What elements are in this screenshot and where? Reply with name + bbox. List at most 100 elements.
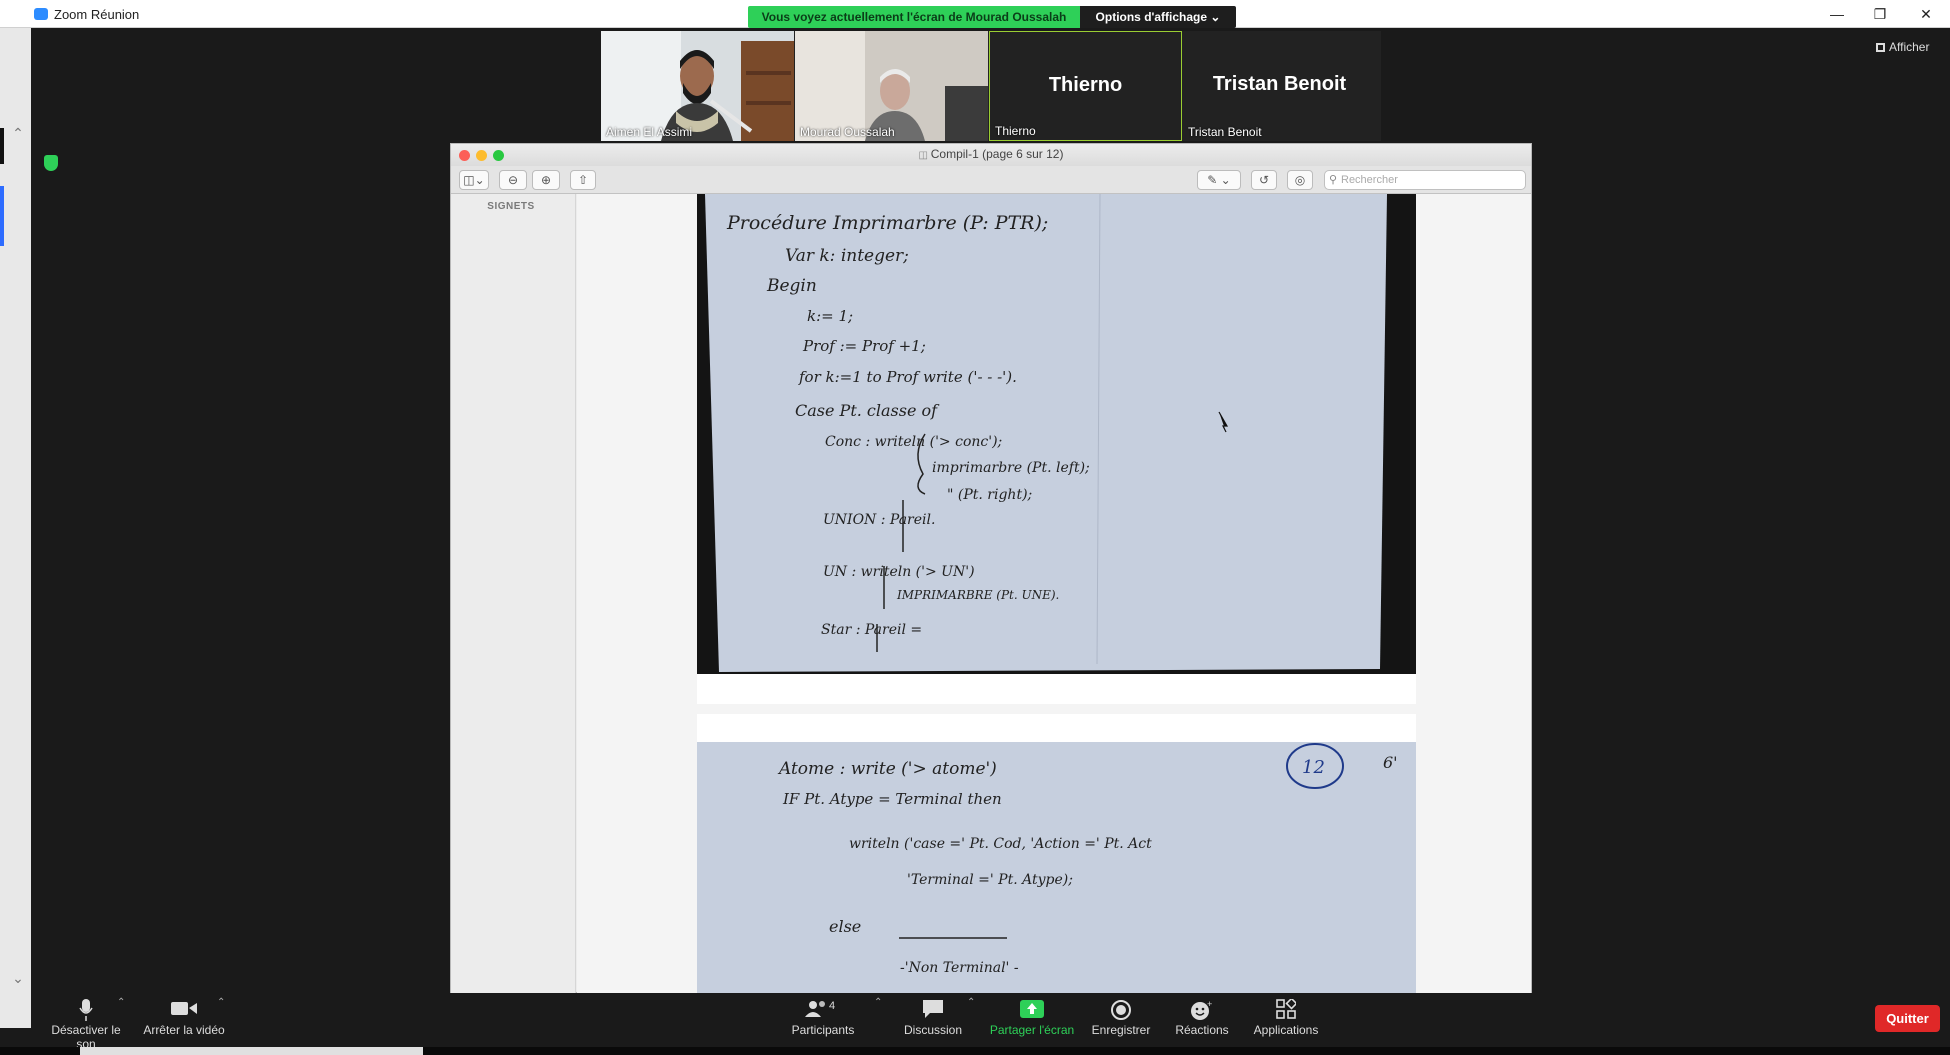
share-screen-button[interactable]: Partager l'écran xyxy=(987,993,1077,1037)
rotate-icon[interactable]: ↺ xyxy=(1251,170,1277,190)
page-number-mark: 12 xyxy=(1302,757,1325,778)
code-line: Case Pt. classe of xyxy=(795,401,940,420)
minimize-icon[interactable]: — xyxy=(1820,4,1854,24)
code-line: -'Non Terminal' - xyxy=(900,960,1019,976)
code-line: writeln ('case =' Pt. Cod, 'Action =' Pt… xyxy=(849,836,1152,852)
participants-gallery: Aimen El Assimi Mourad Oussalah Thierno … xyxy=(601,31,1381,141)
zoom-in-icon[interactable]: ⊕ xyxy=(532,170,560,190)
chat-label: Discussion xyxy=(903,1023,963,1037)
zoom-dot-icon[interactable] xyxy=(493,150,504,161)
handwritten-page-1: Procédure Imprimarbre (P: PTR); Var k: i… xyxy=(705,194,1387,672)
quit-meeting-button[interactable]: Quitter xyxy=(1875,1005,1940,1032)
window-title: Zoom Réunion xyxy=(54,7,140,22)
code-line: UNION : Pareil. xyxy=(823,512,935,528)
shared-preview-window: ◫ Compil-1 (page 6 sur 12) ◫⌄ ⊖ ⊕ ⇧ ✎ ⌄ … xyxy=(450,143,1532,993)
document-page: Procédure Imprimarbre (P: PTR); Var k: i… xyxy=(697,194,1416,704)
search-placeholder: Rechercher xyxy=(1341,174,1398,186)
caret-up-icon: ⌃ xyxy=(967,997,976,1008)
participant-name: Tristan Benoit xyxy=(1188,125,1262,139)
chat-button[interactable]: Discussion xyxy=(893,993,973,1037)
participants-count: 4 xyxy=(829,1000,835,1012)
page-photo: Procédure Imprimarbre (P: PTR); Var k: i… xyxy=(697,194,1416,674)
taskbar-strip xyxy=(0,1047,1950,1055)
chat-bubble-icon xyxy=(893,999,973,1019)
code-line: for k:=1 to Prof write ('- - -'). xyxy=(798,368,1017,386)
bookmarks-label: SIGNETS xyxy=(487,201,535,212)
participant-name: Thierno xyxy=(995,124,1036,138)
close-icon[interactable]: ✕ xyxy=(1909,4,1943,24)
caret-up-icon: ⌃ xyxy=(217,997,226,1008)
screen-share-banner: Vous voyez actuellement l'écran de Moura… xyxy=(748,6,1080,28)
close-dot-icon[interactable] xyxy=(459,150,470,161)
participant-name: Mourad Oussalah xyxy=(800,125,895,139)
code-line: Procédure Imprimarbre (P: PTR); xyxy=(726,212,1048,234)
video-tile-mourad[interactable]: Mourad Oussalah xyxy=(795,31,988,141)
document-page: Atome : write ('> atome') IF Pt. Atype =… xyxy=(697,714,1416,993)
participant-big-label: Tristan Benoit xyxy=(1212,73,1347,95)
code-line: IF Pt. Atype = Terminal then xyxy=(782,790,1002,808)
markup-pen-icon[interactable]: ✎ ⌄ xyxy=(1197,170,1241,190)
participants-label: Participants xyxy=(791,1023,855,1037)
document-icon: ◫ xyxy=(918,150,931,161)
preview-search-input[interactable]: ⚲ Rechercher xyxy=(1324,170,1526,190)
preview-content[interactable]: Procédure Imprimarbre (P: PTR); Var k: i… xyxy=(577,194,1531,993)
view-options-button[interactable]: Options d'affichage ⌄ xyxy=(1080,6,1236,28)
strip-blue-marker xyxy=(0,186,4,246)
caret-up-icon: ⌃ xyxy=(117,997,126,1008)
code-line: UN : writeln ('> UN') xyxy=(823,564,975,580)
stop-video-label: Arrêter la vidéo xyxy=(143,1023,225,1037)
share-icon[interactable]: ⇧ xyxy=(570,170,596,190)
afficher-label: Afficher xyxy=(1889,40,1930,54)
annotate-icon[interactable]: ◎ xyxy=(1287,170,1313,190)
svg-text:+: + xyxy=(1207,999,1212,1009)
scroll-down-icon[interactable]: ⌄ xyxy=(8,970,28,987)
code-line: " (Pt. right); xyxy=(947,487,1032,503)
video-tile-aimen[interactable]: Aimen El Assimi xyxy=(601,31,794,141)
preview-toolbar: ◫⌄ ⊖ ⊕ ⇧ ✎ ⌄ ↺ ◎ ⚲ Rechercher xyxy=(451,166,1531,194)
search-icon: ⚲ xyxy=(1329,174,1338,186)
minimize-dot-icon[interactable] xyxy=(476,150,487,161)
share-screen-label: Partager l'écran xyxy=(989,1023,1075,1037)
zoom-app-icon xyxy=(34,8,48,20)
score-mark: 6' xyxy=(1383,753,1398,772)
scroll-up-icon[interactable]: ⌃ xyxy=(8,125,28,142)
video-camera-icon xyxy=(139,999,229,1019)
chevron-down-icon: ⌄ xyxy=(1210,10,1221,24)
share-screen-icon xyxy=(987,999,1077,1019)
sidebar-toggle-icon[interactable]: ◫⌄ xyxy=(459,170,489,190)
participant-name: Aimen El Assimi xyxy=(606,125,693,139)
code-line: else xyxy=(829,917,861,936)
reactions-button[interactable]: + Réactions xyxy=(1162,993,1242,1037)
encryption-shield-icon[interactable] xyxy=(44,155,58,171)
code-line: Begin xyxy=(766,276,817,296)
code-line: imprimarbre (Pt. left); xyxy=(932,460,1090,476)
code-line: Var k: integer; xyxy=(785,246,909,266)
record-button[interactable]: Enregistrer xyxy=(1081,993,1161,1037)
code-line: Prof := Prof +1; xyxy=(802,337,926,355)
reactions-label: Réactions xyxy=(1175,1023,1229,1037)
handwritten-page-2: Atome : write ('> atome') IF Pt. Atype =… xyxy=(777,743,1398,976)
page-photo: Atome : write ('> atome') IF Pt. Atype =… xyxy=(697,742,1416,993)
code-line: 'Terminal =' Pt. Atype); xyxy=(907,872,1073,888)
gallery-view-icon xyxy=(1876,43,1885,52)
afficher-button[interactable]: Afficher xyxy=(1876,40,1929,54)
video-tile-thierno[interactable]: Thierno Thierno xyxy=(989,31,1182,141)
view-options-label: Options d'affichage xyxy=(1095,10,1208,24)
preview-titlebar: ◫ Compil-1 (page 6 sur 12) xyxy=(451,144,1531,166)
meeting-controls: Désactiver le son ⌃ Arrêter la vidéo ⌃ 4… xyxy=(31,993,1950,1055)
code-line: IMPRIMARBRE (Pt. UNE). xyxy=(896,588,1059,602)
stop-video-button[interactable]: Arrêter la vidéo xyxy=(139,993,229,1037)
preview-document-title: Compil-1 (page 6 sur 12) xyxy=(930,147,1064,161)
code-line: Conc : writeln ('> conc'); xyxy=(825,434,1002,450)
restore-icon[interactable]: ❐ xyxy=(1863,4,1897,24)
participant-big-label: Thierno xyxy=(1048,74,1123,96)
code-line: Star : Pareil = xyxy=(821,622,922,638)
participants-button[interactable]: 4 Participants xyxy=(783,993,863,1037)
scrollbar[interactable]: ⌃ ⌄ xyxy=(8,125,28,995)
code-line: Atome : write ('> atome') xyxy=(777,759,997,779)
code-line: k:= 1; xyxy=(807,307,853,325)
smiley-icon: + xyxy=(1162,999,1242,1020)
video-tile-tristan[interactable]: Tristan Benoit Tristan Benoit xyxy=(1183,31,1376,141)
zoom-out-icon[interactable]: ⊖ xyxy=(499,170,527,190)
applications-button[interactable]: Applications xyxy=(1241,993,1331,1037)
